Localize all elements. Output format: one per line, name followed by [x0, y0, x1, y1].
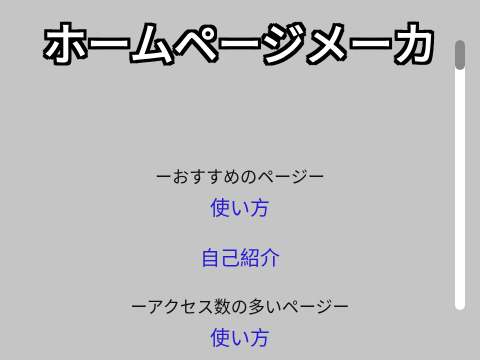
- link-how-to-use-popular[interactable]: 使い方: [0, 324, 480, 352]
- link-how-to-use[interactable]: 使い方: [0, 194, 480, 222]
- homepage-maker-page: ホームページメーカ ーおすすめのページー 使い方 自己紹介 ーアクセス数の多いペ…: [0, 0, 480, 360]
- vertical-scrollbar[interactable]: [455, 40, 465, 310]
- scrollbar-thumb[interactable]: [455, 40, 465, 70]
- site-title: ホームページメーカ: [43, 20, 437, 71]
- most-visited-pages-heading: ーアクセス数の多いページー: [130, 298, 350, 318]
- recommended-pages-heading: ーおすすめのページー: [155, 168, 325, 188]
- link-self-introduction[interactable]: 自己紹介: [0, 244, 480, 272]
